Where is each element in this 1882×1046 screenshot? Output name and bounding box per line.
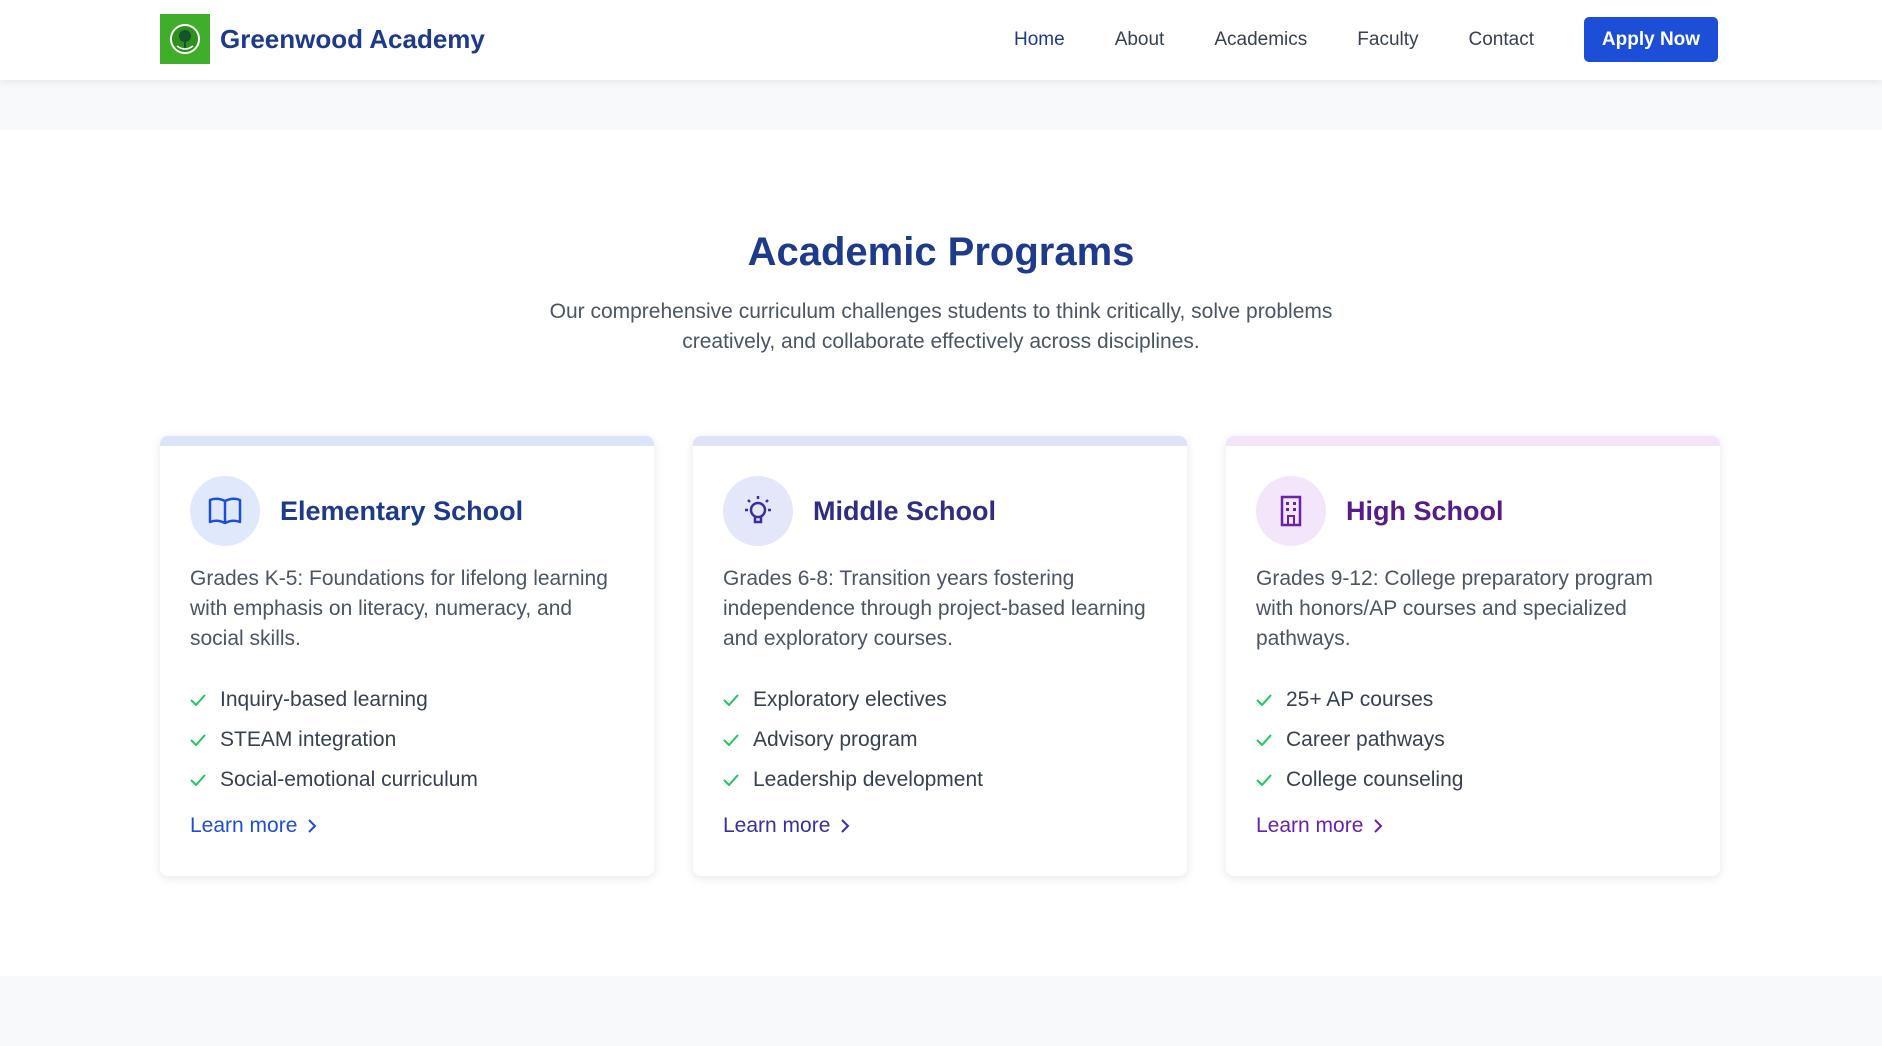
nav-faculty[interactable]: Faculty bbox=[1357, 29, 1418, 51]
feature-label: Career pathways bbox=[1286, 728, 1445, 751]
apply-now-button[interactable]: Apply Now bbox=[1584, 17, 1718, 62]
learn-more-label: Learn more bbox=[723, 814, 831, 837]
feature-list: 25+ AP courses Career pathways College c… bbox=[1256, 680, 1463, 800]
feature-label: Inquiry-based learning bbox=[220, 688, 428, 711]
brand[interactable]: Greenwood Academy bbox=[160, 14, 485, 64]
brand-name: Greenwood Academy bbox=[220, 23, 485, 54]
feature-item: Career pathways bbox=[1256, 720, 1463, 760]
learn-more-link[interactable]: Learn more bbox=[723, 814, 850, 838]
feature-label: Advisory program bbox=[753, 728, 918, 751]
check-icon bbox=[723, 774, 743, 786]
nav-home[interactable]: Home bbox=[1014, 29, 1065, 51]
card-header: Elementary School bbox=[190, 476, 523, 546]
check-icon bbox=[190, 774, 210, 786]
feature-item: STEAM integration bbox=[190, 720, 478, 760]
feature-label: 25+ AP courses bbox=[1286, 688, 1434, 711]
check-icon bbox=[723, 734, 743, 746]
check-icon bbox=[1256, 734, 1276, 746]
card-header: High School bbox=[1256, 476, 1504, 546]
section-subtitle: Our comprehensive curriculum challenges … bbox=[549, 300, 1333, 353]
academic-programs-section: Academic Programs Our comprehensive curr… bbox=[0, 130, 1882, 976]
card-title: Elementary School bbox=[280, 495, 524, 526]
check-icon bbox=[1256, 774, 1276, 786]
check-icon bbox=[190, 694, 210, 706]
learn-more-label: Learn more bbox=[190, 814, 298, 837]
feature-label: STEAM integration bbox=[220, 728, 397, 751]
check-icon bbox=[723, 694, 743, 706]
chevron-right-icon bbox=[840, 819, 850, 833]
chevron-right-icon bbox=[1373, 819, 1383, 833]
feature-item: Advisory program bbox=[723, 720, 983, 760]
learn-more-link[interactable]: Learn more bbox=[1256, 814, 1383, 838]
nav-academics[interactable]: Academics bbox=[1214, 29, 1307, 51]
feature-label: Leadership development bbox=[753, 768, 983, 791]
card-description: Grades 9-12: College preparatory program… bbox=[1256, 567, 1653, 650]
feature-item: Inquiry-based learning bbox=[190, 680, 478, 720]
card-description: Grades K-5: Foundations for lifelong lea… bbox=[190, 567, 608, 650]
book-icon bbox=[190, 476, 260, 546]
section-title: Academic Programs bbox=[747, 230, 1135, 274]
check-icon bbox=[190, 734, 210, 746]
feature-item: Social-emotional curriculum bbox=[190, 760, 478, 800]
chevron-right-icon bbox=[307, 819, 317, 833]
program-card-high: High School Grades 9-12: College prepara… bbox=[1226, 436, 1720, 876]
feature-item: College counseling bbox=[1256, 760, 1463, 800]
card-title: Middle School bbox=[813, 495, 997, 526]
learn-more-label: Learn more bbox=[1256, 814, 1364, 837]
feature-item: 25+ AP courses bbox=[1256, 680, 1463, 720]
card-accent-bar bbox=[693, 436, 1187, 446]
feature-item: Leadership development bbox=[723, 760, 983, 800]
school-logo-icon bbox=[160, 14, 210, 64]
check-icon bbox=[1256, 694, 1276, 706]
program-card-middle: Middle School Grades 6-8: Transition yea… bbox=[693, 436, 1187, 876]
card-header: Middle School bbox=[723, 476, 996, 546]
card-accent-bar bbox=[1226, 436, 1720, 446]
card-description: Grades 6-8: Transition years fostering i… bbox=[723, 567, 1146, 650]
program-card-elementary: Elementary School Grades K-5: Foundation… bbox=[160, 436, 654, 876]
card-title: High School bbox=[1346, 495, 1504, 526]
lightbulb-icon bbox=[723, 476, 793, 546]
top-navbar: Greenwood Academy Home About Academics F… bbox=[0, 0, 1882, 80]
feature-list: Exploratory electives Advisory program L… bbox=[723, 680, 983, 800]
main-nav: Home About Academics Faculty Contact App… bbox=[1014, 17, 1718, 62]
building-icon bbox=[1256, 476, 1326, 546]
card-accent-bar bbox=[160, 436, 654, 446]
nav-contact[interactable]: Contact bbox=[1469, 29, 1534, 51]
feature-list: Inquiry-based learning STEAM integration… bbox=[190, 680, 478, 800]
feature-label: College counseling bbox=[1286, 768, 1464, 791]
feature-label: Social-emotional curriculum bbox=[220, 768, 478, 791]
feature-label: Exploratory electives bbox=[753, 688, 947, 711]
learn-more-link[interactable]: Learn more bbox=[190, 814, 317, 838]
nav-about[interactable]: About bbox=[1115, 29, 1165, 51]
feature-item: Exploratory electives bbox=[723, 680, 983, 720]
